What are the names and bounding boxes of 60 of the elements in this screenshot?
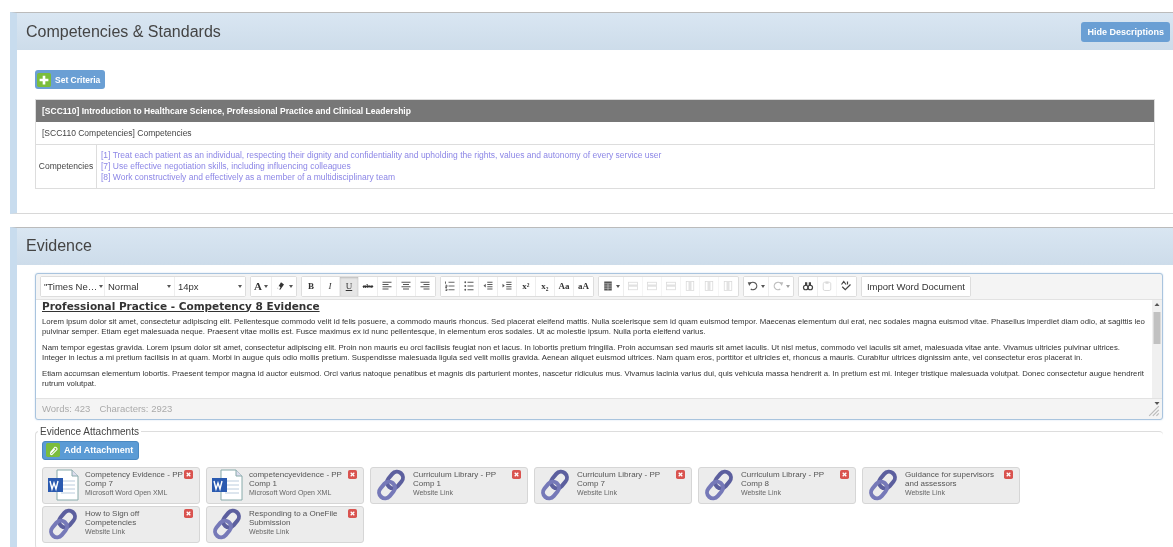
remove-icon[interactable] xyxy=(184,470,193,479)
attachment-title: competencyevidence - PP Comp 1 xyxy=(249,470,343,488)
remove-icon[interactable] xyxy=(840,470,849,479)
word-count: Words: 423 xyxy=(42,403,91,414)
remove-icon[interactable] xyxy=(512,470,521,479)
font-size-dropdown[interactable]: 14px xyxy=(175,276,245,296)
word-document-icon xyxy=(210,469,246,501)
table-column-icon xyxy=(683,280,696,292)
attachment-title: Curriculum Library - PP Comp 1 xyxy=(413,470,497,488)
table-cell: [SCC110 Competencies] Competencies xyxy=(36,121,1154,145)
word-document-icon xyxy=(46,469,82,501)
import-word-button[interactable]: Import Word Document xyxy=(861,276,970,296)
font-color-button[interactable]: A xyxy=(251,276,272,296)
outdent-icon xyxy=(481,280,494,292)
table-icon xyxy=(601,280,614,292)
resize-grip-icon[interactable] xyxy=(1148,404,1160,417)
paperclip-icon xyxy=(46,443,60,457)
clipboard-icon xyxy=(820,280,833,292)
attachment-title: How to Sign off Competencies xyxy=(85,509,141,527)
binoculars-icon xyxy=(801,280,814,292)
align-center-icon xyxy=(399,280,412,292)
attachment-title: Curriculum Library - PP Comp 7 xyxy=(577,470,661,488)
align-left-icon xyxy=(380,280,393,292)
undo-icon xyxy=(746,280,759,292)
attachment-title: Responding to a OneFile Submission xyxy=(249,509,339,527)
plus-icon xyxy=(37,72,51,87)
remove-icon[interactable] xyxy=(676,470,685,479)
bullet-list-icon xyxy=(462,280,475,292)
remove-icon[interactable] xyxy=(1004,470,1013,479)
panel-title: Evidence xyxy=(26,237,92,255)
table-row-icon xyxy=(664,280,677,292)
redo-icon xyxy=(771,280,784,292)
panel-title: Competencies & Standards xyxy=(26,22,221,41)
highlighter-icon xyxy=(274,280,287,292)
table-cell: Competencies xyxy=(36,144,97,188)
format-button[interactable]: B xyxy=(301,276,321,296)
remove-icon[interactable] xyxy=(184,509,193,518)
remove-icon[interactable] xyxy=(348,470,357,479)
numbered-list-icon xyxy=(443,280,456,292)
format-button[interactable]: U xyxy=(339,276,359,296)
toolbar-button[interactable] xyxy=(598,276,624,296)
toolbar-button[interactable] xyxy=(743,276,769,296)
table-row-icon xyxy=(626,280,639,292)
spellcheck-icon xyxy=(840,280,853,292)
attachment-title: Guidance for supervisors and assessors xyxy=(905,470,995,488)
toolbar-button[interactable] xyxy=(798,276,818,296)
table-column-icon xyxy=(702,280,715,292)
section-title: Evidence Attachments xyxy=(39,425,140,437)
style-dropdown[interactable]: Normal xyxy=(105,276,175,296)
evidence-heading: Professional Practice - Competency 8 Evidence xyxy=(42,301,321,312)
table-column-icon xyxy=(722,280,735,292)
table-row-icon xyxy=(645,280,658,292)
table-header: [SCC110] Introduction to Healthcare Science, Professional Practice and Clinical Leadership xyxy=(36,99,1154,122)
indent-icon xyxy=(500,280,513,292)
attachment-title: Competency Evidence - PP Comp 7 xyxy=(85,470,183,488)
align-right-icon xyxy=(419,280,432,292)
remove-icon[interactable] xyxy=(348,509,357,518)
attachment-title: Curriculum Library - PP Comp 8 xyxy=(741,470,825,488)
character-count: Characters: 2923 xyxy=(99,403,173,414)
font-family-dropdown[interactable]: "Times Ne… xyxy=(41,276,105,296)
